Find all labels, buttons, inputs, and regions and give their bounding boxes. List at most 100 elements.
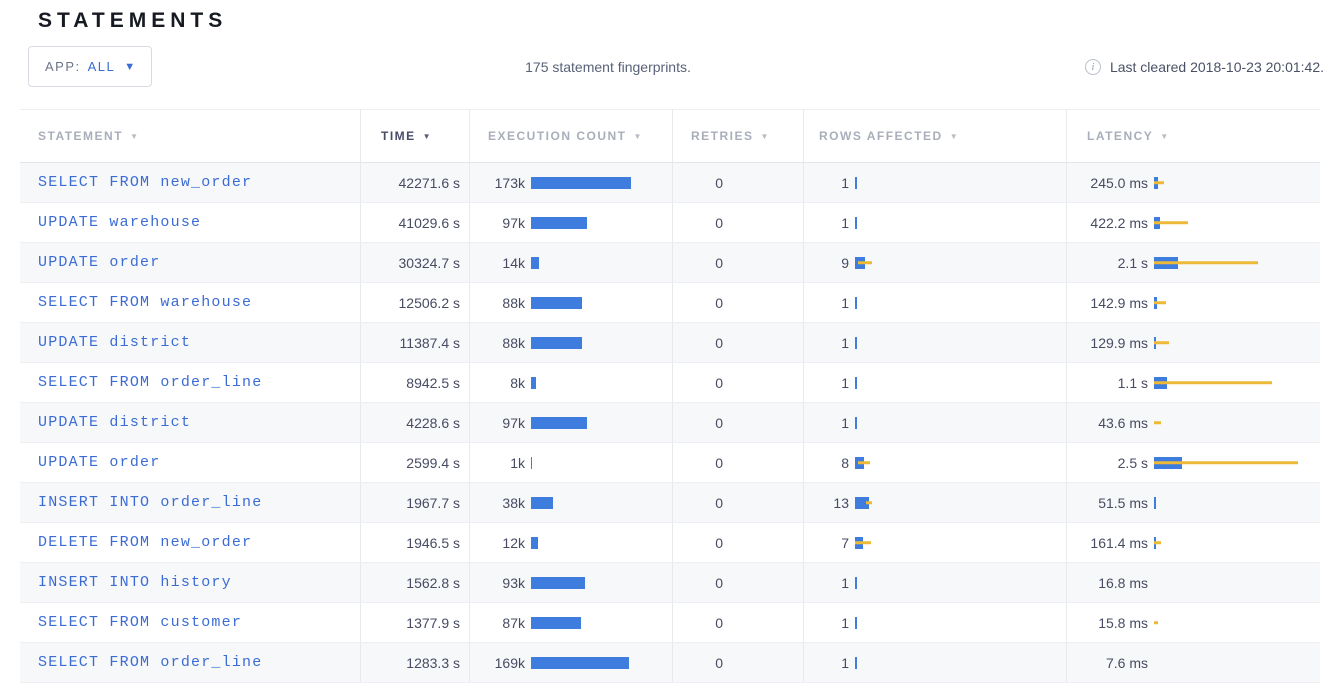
rows-affected-value: 13 xyxy=(804,495,849,511)
rows-affected-value: 8 xyxy=(804,455,849,471)
table-row[interactable]: UPDATE order 30324.7 s 14k 0 9 2.1 s xyxy=(20,243,1320,283)
execution-count-cell: 14k xyxy=(469,243,672,282)
statement-link[interactable]: SELECT FROM order_line xyxy=(38,374,262,391)
latency-cell: 16.8 ms xyxy=(1066,563,1320,602)
rows-affected-bar xyxy=(855,363,1066,402)
app-filter-value: ALL xyxy=(88,59,116,74)
statement-link[interactable]: DELETE FROM new_order xyxy=(38,534,252,551)
rows-affected-bar xyxy=(855,643,1066,682)
statement-cell: UPDATE district xyxy=(20,403,360,442)
table-row[interactable]: SELECT FROM order_line 8942.5 s 8k 0 1 1… xyxy=(20,363,1320,403)
statement-link[interactable]: UPDATE district xyxy=(38,334,191,351)
latency-value: 142.9 ms xyxy=(1067,295,1148,311)
execution-count-bar xyxy=(531,243,672,282)
retries-bar xyxy=(729,243,803,282)
sort-desc-icon: ▼ xyxy=(950,132,959,141)
table-row[interactable]: INSERT INTO order_line 1967.7 s 38k 0 13… xyxy=(20,483,1320,523)
time-cell: 1283.3 s xyxy=(360,643,469,682)
column-header-execution-count[interactable]: EXECUTION COUNT ▼ xyxy=(469,110,672,162)
table-row[interactable]: UPDATE district 11387.4 s 88k 0 1 129.9 … xyxy=(20,323,1320,363)
statement-link[interactable]: SELECT FROM customer xyxy=(38,614,242,631)
latency-bar xyxy=(1154,203,1320,242)
rows-affected-cell: 1 xyxy=(803,283,1066,322)
latency-cell: 161.4 ms xyxy=(1066,523,1320,562)
column-header-rows-affected[interactable]: ROWS AFFECTED ▼ xyxy=(803,110,1066,162)
table-row[interactable]: UPDATE warehouse 41029.6 s 97k 0 1 422.2… xyxy=(20,203,1320,243)
statement-cell: UPDATE district xyxy=(20,323,360,362)
rows-affected-cell: 9 xyxy=(803,243,1066,282)
table-row[interactable]: DELETE FROM new_order 1946.5 s 12k 0 7 1… xyxy=(20,523,1320,563)
statements-table: STATEMENT ▼ TIME ▼ EXECUTION COUNT ▼ RET… xyxy=(20,109,1320,683)
latency-value: 2.1 s xyxy=(1067,255,1148,271)
rows-affected-bar xyxy=(855,403,1066,442)
statement-link[interactable]: UPDATE order xyxy=(38,454,160,471)
execution-count-value: 14k xyxy=(470,255,525,271)
execution-count-cell: 97k xyxy=(469,403,672,442)
time-cell: 8942.5 s xyxy=(360,363,469,402)
statement-link[interactable]: UPDATE order xyxy=(38,254,160,271)
statement-link[interactable]: INSERT INTO order_line xyxy=(38,494,262,511)
rows-affected-bar xyxy=(855,523,1066,562)
execution-count-value: 169k xyxy=(470,655,525,671)
rows-affected-bar xyxy=(855,203,1066,242)
page-title: STATEMENTS xyxy=(38,9,1336,33)
rows-affected-bar xyxy=(855,483,1066,522)
table-row[interactable]: SELECT FROM warehouse 12506.2 s 88k 0 1 … xyxy=(20,283,1320,323)
info-icon[interactable]: i xyxy=(1085,59,1101,75)
time-cell: 42271.6 s xyxy=(360,163,469,202)
retries-value: 0 xyxy=(673,215,723,231)
statement-link[interactable]: SELECT FROM warehouse xyxy=(38,294,252,311)
statement-cell: SELECT FROM warehouse xyxy=(20,283,360,322)
retries-cell: 0 xyxy=(672,603,803,642)
latency-bar xyxy=(1154,483,1320,522)
column-header-time[interactable]: TIME ▼ xyxy=(360,110,469,162)
table-row[interactable]: INSERT INTO history 1562.8 s 93k 0 1 16.… xyxy=(20,563,1320,603)
latency-bar xyxy=(1154,523,1320,562)
execution-count-bar xyxy=(531,283,672,322)
latency-bar xyxy=(1154,443,1320,482)
time-cell: 41029.6 s xyxy=(360,203,469,242)
time-cell: 1377.9 s xyxy=(360,603,469,642)
rows-affected-value: 1 xyxy=(804,615,849,631)
latency-cell: 7.6 ms xyxy=(1066,643,1320,682)
execution-count-cell: 12k xyxy=(469,523,672,562)
statement-link[interactable]: INSERT INTO history xyxy=(38,574,232,591)
latency-cell: 15.8 ms xyxy=(1066,603,1320,642)
rows-affected-bar xyxy=(855,563,1066,602)
retries-cell: 0 xyxy=(672,363,803,402)
retries-value: 0 xyxy=(673,415,723,431)
latency-cell: 142.9 ms xyxy=(1066,283,1320,322)
latency-cell: 2.5 s xyxy=(1066,443,1320,482)
sort-desc-icon: ▼ xyxy=(634,132,643,141)
statement-link[interactable]: UPDATE district xyxy=(38,414,191,431)
latency-value: 245.0 ms xyxy=(1067,175,1148,191)
statement-cell: INSERT INTO order_line xyxy=(20,483,360,522)
execution-count-bar xyxy=(531,323,672,362)
rows-affected-value: 1 xyxy=(804,295,849,311)
execution-count-bar xyxy=(531,203,672,242)
statement-link[interactable]: UPDATE warehouse xyxy=(38,214,201,231)
column-header-statement[interactable]: STATEMENT ▼ xyxy=(20,110,360,162)
time-cell: 2599.4 s xyxy=(360,443,469,482)
rows-affected-cell: 1 xyxy=(803,363,1066,402)
column-header-retries[interactable]: RETRIES ▼ xyxy=(672,110,803,162)
retries-value: 0 xyxy=(673,255,723,271)
statement-cell: DELETE FROM new_order xyxy=(20,523,360,562)
time-cell: 30324.7 s xyxy=(360,243,469,282)
statement-link[interactable]: SELECT FROM new_order xyxy=(38,174,252,191)
table-row[interactable]: SELECT FROM order_line 1283.3 s 169k 0 1… xyxy=(20,643,1320,683)
table-row[interactable]: UPDATE order 2599.4 s 1k 0 8 2.5 s xyxy=(20,443,1320,483)
app-filter-dropdown[interactable]: APP: ALL ▼ xyxy=(28,46,152,87)
table-row[interactable]: SELECT FROM new_order 42271.6 s 173k 0 1… xyxy=(20,163,1320,203)
rows-affected-value: 1 xyxy=(804,375,849,391)
table-row[interactable]: SELECT FROM customer 1377.9 s 87k 0 1 15… xyxy=(20,603,1320,643)
retries-bar xyxy=(729,163,803,202)
app-filter-label: APP: xyxy=(45,59,81,74)
retries-cell: 0 xyxy=(672,323,803,362)
statement-link[interactable]: SELECT FROM order_line xyxy=(38,654,262,671)
retries-value: 0 xyxy=(673,175,723,191)
retries-cell: 0 xyxy=(672,203,803,242)
sort-desc-icon: ▼ xyxy=(423,132,432,141)
table-row[interactable]: UPDATE district 4228.6 s 97k 0 1 43.6 ms xyxy=(20,403,1320,443)
column-header-latency[interactable]: LATENCY ▼ xyxy=(1066,110,1320,162)
